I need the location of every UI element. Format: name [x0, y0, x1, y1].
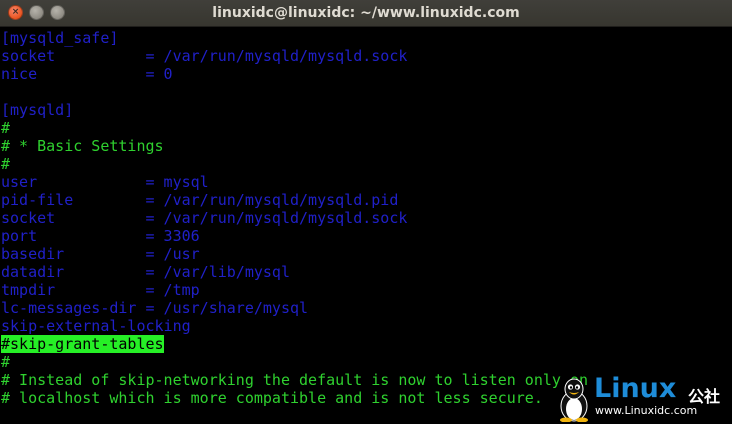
- line-text: socket = /var/run/mysqld/mysqld.sock: [1, 47, 408, 65]
- terminal-window: × linuxidc@linuxidc: ~/www.linuxidc.com …: [0, 0, 732, 424]
- line-text: [mysqld]: [1, 101, 74, 119]
- terminal-line: port = 3306: [1, 227, 200, 245]
- linuxidc-watermark: Linux 公社 www.Linuxidc.com: [556, 374, 732, 424]
- window-title: linuxidc@linuxidc: ~/www.linuxidc.com: [212, 5, 520, 21]
- line-text: socket = /var/run/mysqld/mysqld.sock: [1, 209, 408, 227]
- line-text: [mysqld_safe]: [1, 29, 119, 47]
- line-text: # * Basic Settings: [1, 137, 164, 155]
- line-text: lc-messages-dir = /usr/share/mysql: [1, 299, 309, 317]
- line-text: tmpdir = /tmp: [1, 281, 200, 299]
- line-text: datadir = /var/lib/mysql: [1, 263, 290, 281]
- tux-penguin-logo: [560, 378, 588, 422]
- watermark-url: www.Linuxidc.com: [595, 404, 698, 417]
- line-text: #: [1, 155, 11, 173]
- terminal-line: pid-file = /var/run/mysqld/mysqld.pid: [1, 191, 398, 209]
- line-text: #: [1, 119, 11, 137]
- line-text: nice = 0: [1, 65, 173, 83]
- title-bar[interactable]: × linuxidc@linuxidc: ~/www.linuxidc.com: [0, 0, 732, 27]
- line-text: #: [1, 353, 11, 371]
- terminal-line: lc-messages-dir = /usr/share/mysql: [1, 299, 308, 317]
- line-text: basedir = /usr: [1, 245, 200, 263]
- terminal-line: #: [1, 155, 10, 173]
- line-text: # localhost which is more compatible and…: [1, 389, 543, 407]
- line-text: pid-file = /var/run/mysqld/mysqld.pid: [1, 191, 399, 209]
- terminal-line: skip-external-locking: [1, 317, 191, 335]
- terminal-line: #: [1, 353, 10, 371]
- terminal-line: datadir = /var/lib/mysql: [1, 263, 290, 281]
- terminal-line: basedir = /usr: [1, 245, 200, 263]
- terminal-line: tmpdir = /tmp: [1, 281, 200, 299]
- line-text: port = 3306: [1, 227, 200, 245]
- terminal-line: [mysqld_safe]: [1, 29, 118, 47]
- terminal-line: socket = /var/run/mysqld/mysqld.sock: [1, 209, 407, 227]
- line-text: user = mysql: [1, 173, 209, 191]
- terminal-line: # Instead of skip-networking the default…: [1, 371, 588, 389]
- terminal-line: nice = 0: [1, 65, 173, 83]
- terminal-line: [mysqld]: [1, 101, 73, 119]
- line-text: skip-external-locking: [1, 317, 191, 335]
- highlighted-text: #skip-grant-tables: [1, 335, 164, 353]
- terminal-line: # localhost which is more compatible and…: [1, 389, 543, 407]
- terminal-line-highlighted: #skip-grant-tables: [1, 335, 164, 353]
- watermark-brand: Linux: [594, 373, 677, 404]
- terminal-line: # * Basic Settings: [1, 137, 164, 155]
- line-text: # Instead of skip-networking the default…: [1, 371, 588, 389]
- terminal-output[interactable]: [mysqld_safe] socket = /var/run/mysqld/m…: [0, 27, 732, 424]
- terminal-line: socket = /var/run/mysqld/mysqld.sock: [1, 47, 407, 65]
- terminal-line: #: [1, 119, 10, 137]
- terminal-line: user = mysql: [1, 173, 209, 191]
